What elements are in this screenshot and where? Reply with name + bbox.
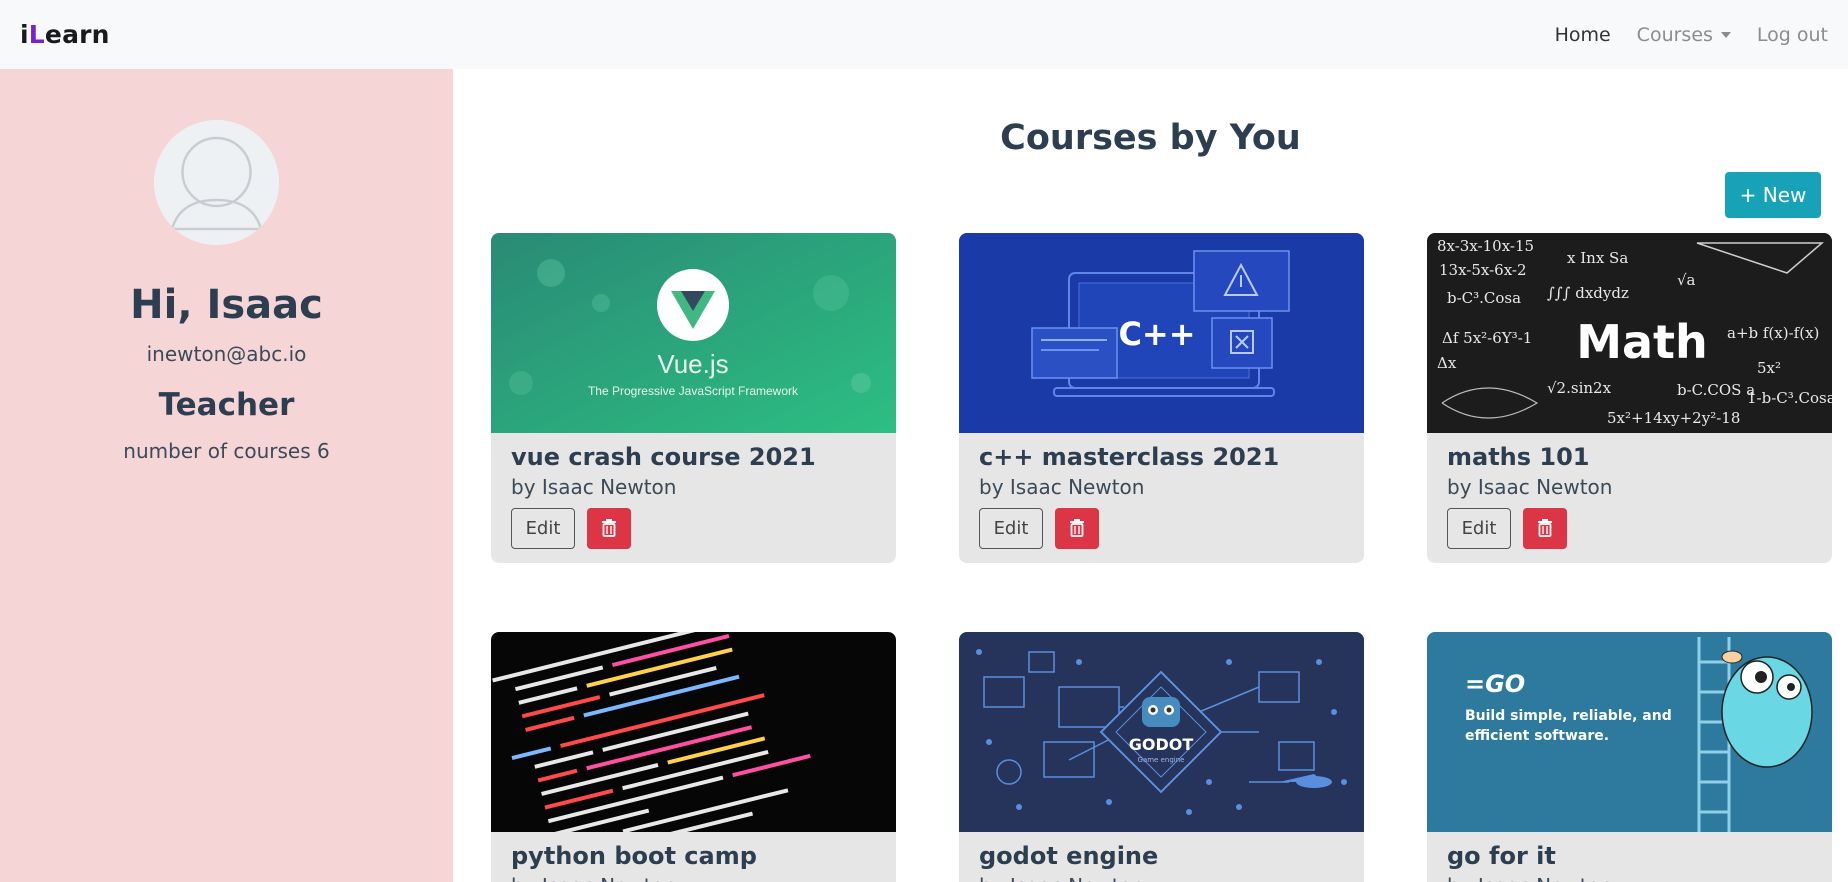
profile-sidebar: Hi, Isaac inewton@abc.io Teacher number …	[0, 69, 453, 882]
svg-text:b-C³.Cosa: b-C³.Cosa	[1447, 289, 1521, 307]
page-title: Courses by You	[1000, 118, 1301, 158]
svg-text:Δx: Δx	[1437, 354, 1457, 372]
nav-home-link[interactable]: Home	[1555, 24, 1611, 46]
brand-logo[interactable]: iLearn	[20, 20, 110, 49]
svg-text:∫∫∫ dxdydz: ∫∫∫ dxdydz	[1547, 284, 1629, 302]
course-title[interactable]: python boot camp	[511, 842, 876, 871]
image-caption: Math	[1576, 315, 1708, 369]
course-title[interactable]: maths 101	[1447, 443, 1812, 472]
brand-l: L	[28, 20, 45, 49]
course-count: number of courses 6	[123, 439, 330, 463]
edit-button[interactable]: Edit	[511, 507, 575, 549]
profile-role: Teacher	[158, 387, 295, 423]
card-body: maths 101 by Isaac Newton Edit	[1427, 433, 1832, 563]
profile-greeting: Hi, Isaac	[130, 282, 323, 328]
new-course-button[interactable]: + New	[1725, 172, 1821, 218]
svg-text:13x-5x-6x-2: 13x-5x-6x-2	[1439, 261, 1527, 279]
image-subcaption: The Progressive JavaScript Framework	[588, 384, 799, 398]
avatar	[154, 120, 279, 245]
brand-prefix: i	[20, 20, 29, 49]
card-body: godot engine by Isaac Newton	[959, 832, 1364, 882]
delete-button[interactable]	[587, 507, 631, 549]
card-body: go for it by Isaac Newton	[1427, 832, 1832, 882]
nav-courses-label: Courses	[1636, 23, 1713, 46]
course-author: by Isaac Newton	[1447, 874, 1812, 882]
course-author: by Isaac Newton	[511, 874, 876, 882]
brand-suffix: earn	[44, 20, 110, 49]
svg-text:√a: √a	[1677, 271, 1696, 289]
edit-button[interactable]: Edit	[979, 507, 1043, 549]
course-title[interactable]: go for it	[1447, 842, 1812, 871]
svg-text:5x²+14xy+2y²-18: 5x²+14xy+2y²-18	[1607, 409, 1740, 427]
trash-icon	[602, 519, 616, 538]
card-body: python boot camp by Isaac Newton	[491, 832, 896, 882]
image-caption: =GO	[1465, 670, 1525, 698]
course-card: 8x-3x-10x-15 x Inx Sa 13x-5x-6x-2 √a b-C…	[1427, 233, 1832, 563]
svg-text:8x-3x-10x-15: 8x-3x-10x-15	[1437, 237, 1534, 255]
svg-text:1-b-C³.Cosa: 1-b-C³.Cosa	[1747, 389, 1832, 407]
course-image[interactable]: C++	[959, 233, 1364, 433]
course-image[interactable]: 8x-3x-10x-15 x Inx Sa 13x-5x-6x-2 √a b-C…	[1427, 233, 1832, 433]
course-card: C++ c++ masterclass 2021 by Isaac Newton…	[959, 233, 1364, 563]
trash-icon	[1538, 519, 1552, 538]
card-body: vue crash course 2021 by Isaac Newton Ed…	[491, 433, 896, 563]
nav-links: Home Courses Log out	[1555, 24, 1828, 46]
user-icon	[154, 120, 279, 245]
image-caption: GODOT	[1129, 735, 1194, 754]
course-card: Vue.js The Progressive JavaScript Framew…	[491, 233, 896, 563]
course-image[interactable]: =GO Build simple, reliable, and efficien…	[1427, 632, 1832, 832]
card-actions: Edit	[979, 507, 1344, 549]
svg-text:5x²: 5x²	[1757, 359, 1781, 377]
top-navbar: iLearn Home Courses Log out	[0, 0, 1848, 69]
image-caption: Vue.js	[657, 349, 728, 379]
chevron-down-icon	[1720, 31, 1731, 38]
delete-button[interactable]	[1055, 507, 1099, 549]
course-card: =GO Build simple, reliable, and efficien…	[1427, 632, 1832, 882]
svg-text:Δf 5x²-6Y³-1: Δf 5x²-6Y³-1	[1442, 329, 1532, 347]
course-title[interactable]: vue crash course 2021	[511, 443, 876, 472]
course-author: by Isaac Newton	[511, 474, 677, 499]
nav-logout-link[interactable]: Log out	[1757, 24, 1828, 46]
svg-text:x Inx Sa: x Inx Sa	[1567, 249, 1628, 267]
image-caption: C++	[1118, 315, 1195, 353]
course-author: by Isaac Newton	[1447, 474, 1613, 499]
course-image[interactable]: GODOT Game engine	[959, 632, 1364, 832]
course-image[interactable]	[491, 632, 896, 832]
profile-email: inewton@abc.io	[146, 342, 307, 366]
nav-courses-dropdown[interactable]: Courses	[1637, 24, 1731, 46]
course-title[interactable]: godot engine	[979, 842, 1344, 871]
course-author: by Isaac Newton	[979, 474, 1145, 499]
svg-text:√2.sin2x: √2.sin2x	[1547, 379, 1612, 397]
course-author: by Isaac Newton	[979, 874, 1344, 882]
delete-button[interactable]	[1523, 507, 1567, 549]
edit-button[interactable]: Edit	[1447, 507, 1511, 549]
card-actions: Edit	[511, 507, 876, 549]
course-title[interactable]: c++ masterclass 2021	[979, 443, 1344, 472]
course-image[interactable]: Vue.js The Progressive JavaScript Framew…	[491, 233, 896, 433]
svg-text:a+b f(x)-f(x): a+b f(x)-f(x)	[1727, 324, 1819, 342]
image-subcaption: Game engine	[1138, 756, 1185, 764]
course-card: GODOT Game engine godot engine by Isaac …	[959, 632, 1364, 882]
card-body: c++ masterclass 2021 by Isaac Newton Edi…	[959, 433, 1364, 563]
trash-icon	[1070, 519, 1084, 538]
card-actions: Edit	[1447, 507, 1812, 549]
course-card: python boot camp by Isaac Newton	[491, 632, 896, 882]
svg-text:b-C.COS a: b-C.COS a	[1677, 381, 1755, 399]
image-subcaption: Build simple, reliable, and efficient so…	[1465, 708, 1672, 744]
